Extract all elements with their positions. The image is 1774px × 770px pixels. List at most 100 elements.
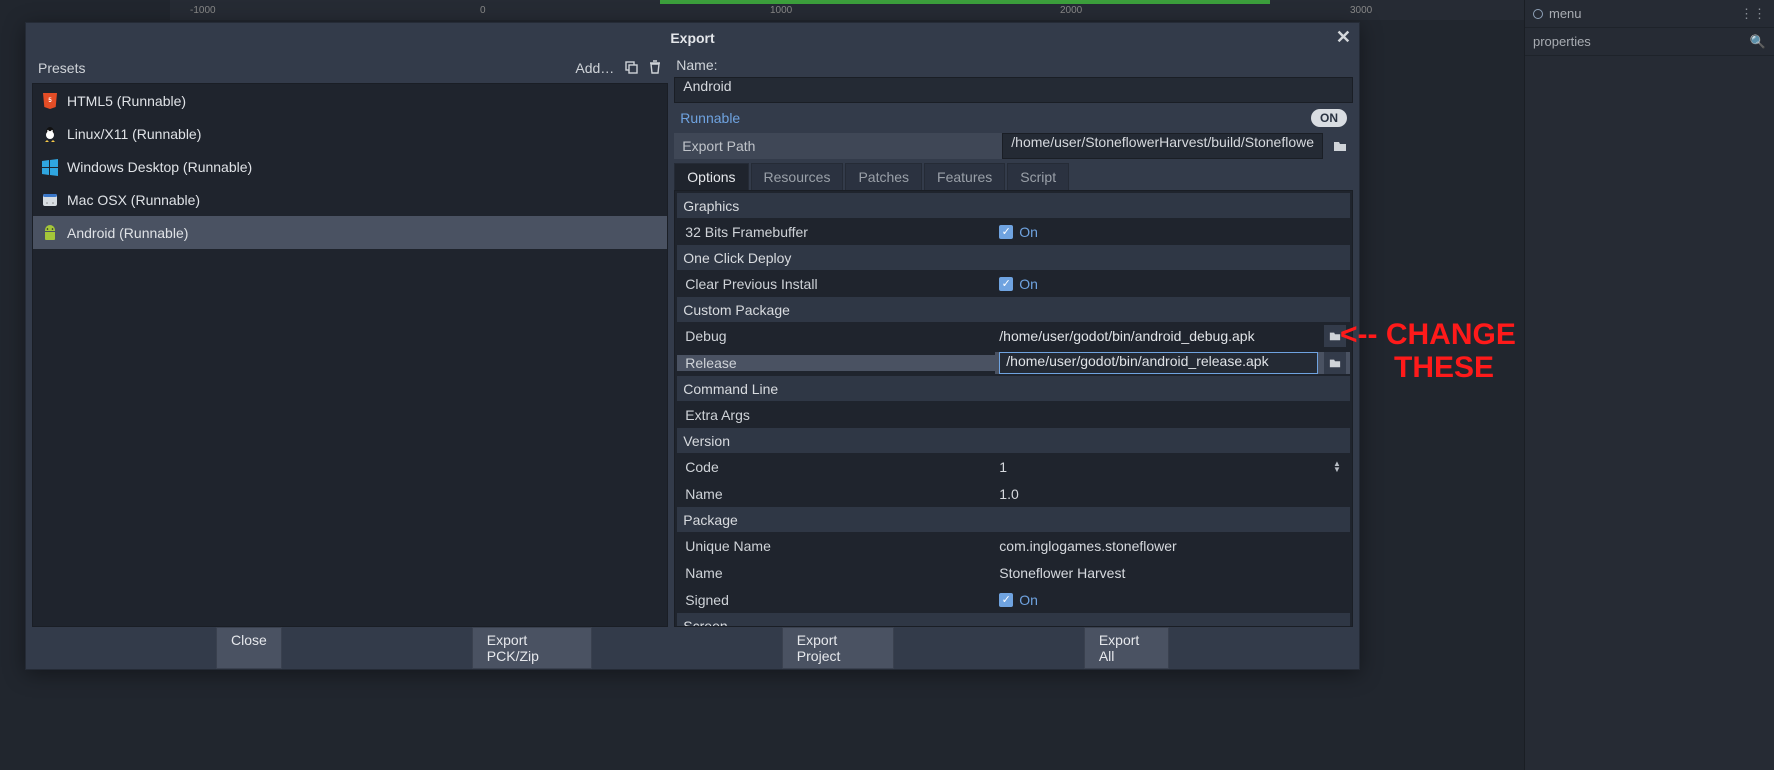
- close-button[interactable]: Close: [216, 627, 282, 669]
- runnable-label[interactable]: Runnable: [680, 110, 740, 126]
- debug-path-value[interactable]: /home/user/godot/bin/android_debug.apk: [999, 328, 1318, 344]
- close-icon[interactable]: ✕: [1336, 27, 1351, 48]
- checkbox-icon[interactable]: ✓: [999, 225, 1013, 239]
- export-path-row: Export Path /home/user/StoneflowerHarves…: [674, 133, 1353, 159]
- unique-name-value[interactable]: com.inglogames.stoneflower: [999, 538, 1176, 554]
- row-32bit-framebuffer[interactable]: 32 Bits Framebuffer ✓ On: [677, 218, 1350, 245]
- android-icon: [41, 224, 59, 242]
- preset-label: HTML5 (Runnable): [67, 93, 186, 109]
- add-preset-button[interactable]: Add…: [575, 60, 614, 76]
- runnable-row: Runnable ON: [674, 103, 1353, 133]
- tab-script[interactable]: Script: [1007, 163, 1069, 190]
- row-package-name[interactable]: Name Stoneflower Harvest: [677, 559, 1350, 586]
- section-screen: Screen: [677, 613, 1350, 626]
- name-input[interactable]: Android: [674, 77, 1353, 103]
- presets-panel: Presets Add… 5 HTML5 (Runnable) Linux/X1…: [32, 53, 668, 627]
- tab-patches[interactable]: Patches: [845, 163, 922, 190]
- row-label: Release: [677, 355, 995, 371]
- tabs: Options Resources Patches Features Scrip…: [674, 163, 1353, 190]
- right-dock-properties-row[interactable]: properties 🔍: [1525, 28, 1774, 56]
- preset-item-linux[interactable]: Linux/X11 (Runnable): [33, 117, 667, 150]
- delete-icon[interactable]: [648, 60, 662, 77]
- preset-label: Linux/X11 (Runnable): [67, 126, 201, 142]
- tab-features[interactable]: Features: [924, 163, 1005, 190]
- section-version: Version: [677, 428, 1350, 453]
- section-cmdline: Command Line: [677, 376, 1350, 401]
- row-label: Unique Name: [677, 538, 995, 554]
- release-path-input[interactable]: /home/user/godot/bin/android_release.apk: [999, 352, 1318, 374]
- ruler-tick: 1000: [770, 5, 792, 16]
- circle-icon: [1533, 9, 1543, 19]
- row-label: Name: [677, 486, 995, 502]
- settings-icon[interactable]: ⋮⋮: [1740, 6, 1766, 22]
- row-unique-name[interactable]: Unique Name com.inglogames.stoneflower: [677, 532, 1350, 559]
- spinner-icon[interactable]: ▲▼: [1328, 461, 1346, 473]
- row-version-name[interactable]: Name 1.0: [677, 480, 1350, 507]
- row-clear-previous[interactable]: Clear Previous Install ✓ On: [677, 270, 1350, 297]
- checkbox-on-label: On: [1019, 276, 1038, 292]
- row-version-code[interactable]: Code 1 ▲▼: [677, 453, 1350, 480]
- options-container: Graphics 32 Bits Framebuffer ✓On One Cli…: [674, 190, 1353, 627]
- preset-label: Windows Desktop (Runnable): [67, 159, 252, 175]
- export-path-label: Export Path: [674, 133, 1002, 159]
- section-oneclick: One Click Deploy: [677, 245, 1350, 270]
- options-scroll[interactable]: Graphics 32 Bits Framebuffer ✓On One Cli…: [675, 191, 1352, 626]
- annotation-arrow: <-- CHANGE THESE: [1340, 318, 1516, 384]
- row-label: Signed: [677, 592, 995, 608]
- tab-resources[interactable]: Resources: [751, 163, 844, 190]
- row-label: Name: [677, 565, 995, 581]
- right-dock-menu-row[interactable]: menu ⋮⋮: [1525, 0, 1774, 28]
- checkbox-on-label: On: [1019, 224, 1038, 240]
- html5-icon: 5: [41, 92, 59, 110]
- preset-item-windows[interactable]: Windows Desktop (Runnable): [33, 150, 667, 183]
- folder-icon[interactable]: [1327, 133, 1353, 159]
- runnable-toggle[interactable]: ON: [1311, 109, 1347, 127]
- dialog-footer: Close Export PCK/Zip Export Project Expo…: [26, 627, 1359, 669]
- row-label: Code: [677, 459, 995, 475]
- row-debug-package[interactable]: Debug /home/user/godot/bin/android_debug…: [677, 322, 1350, 349]
- preset-item-android[interactable]: Android (Runnable): [33, 216, 667, 249]
- checkbox-icon[interactable]: ✓: [999, 277, 1013, 291]
- duplicate-icon[interactable]: [624, 60, 638, 77]
- row-release-package[interactable]: Release /home/user/godot/bin/android_rel…: [677, 349, 1350, 376]
- dialog-titlebar: Export ✕: [26, 23, 1359, 53]
- ruler-tick: 0: [480, 5, 486, 16]
- export-path-input[interactable]: /home/user/StoneflowerHarvest/build/Ston…: [1002, 133, 1323, 159]
- row-label: 32 Bits Framebuffer: [677, 224, 995, 240]
- checkbox-on-label: On: [1019, 592, 1038, 608]
- ruler-tick: 2000: [1060, 5, 1082, 16]
- name-label: Name:: [674, 53, 1353, 77]
- annotation-line2: THESE: [1340, 351, 1494, 384]
- version-name-value[interactable]: 1.0: [999, 486, 1018, 502]
- row-label: Clear Previous Install: [677, 276, 995, 292]
- preset-label: Android (Runnable): [67, 225, 188, 241]
- right-dock-properties-label: properties: [1533, 34, 1591, 49]
- preset-list[interactable]: 5 HTML5 (Runnable) Linux/X11 (Runnable) …: [32, 83, 668, 627]
- right-dock-menu-label: menu: [1549, 6, 1582, 21]
- linux-icon: [41, 125, 59, 143]
- preset-item-mac[interactable]: Mac OSX (Runnable): [33, 183, 667, 216]
- preset-label: Mac OSX (Runnable): [67, 192, 200, 208]
- export-all-button[interactable]: Export All: [1084, 627, 1169, 669]
- annotation-line1: <-- CHANGE: [1340, 318, 1516, 351]
- export-pck-button[interactable]: Export PCK/Zip: [472, 627, 592, 669]
- section-package: Package: [677, 507, 1350, 532]
- export-dialog: Export ✕ Presets Add… 5 HTML5 (Runnable): [25, 22, 1360, 670]
- export-project-button[interactable]: Export Project: [782, 627, 894, 669]
- section-custom-package: Custom Package: [677, 297, 1350, 322]
- package-name-value[interactable]: Stoneflower Harvest: [999, 565, 1125, 581]
- presets-label: Presets: [38, 60, 85, 76]
- search-icon[interactable]: 🔍: [1750, 34, 1766, 50]
- checkbox-icon[interactable]: ✓: [999, 593, 1013, 607]
- ruler-highlight: [660, 0, 1270, 4]
- row-label: Extra Args: [677, 407, 995, 423]
- version-code-value[interactable]: 1: [999, 459, 1007, 475]
- row-signed[interactable]: Signed ✓ On: [677, 586, 1350, 613]
- presets-header: Presets Add…: [32, 53, 668, 83]
- ruler-tick: -1000: [190, 5, 216, 16]
- dialog-title: Export: [670, 30, 714, 46]
- preset-item-html5[interactable]: 5 HTML5 (Runnable): [33, 84, 667, 117]
- ruler-tick: 3000: [1350, 5, 1372, 16]
- row-extra-args[interactable]: Extra Args: [677, 401, 1350, 428]
- tab-options[interactable]: Options: [674, 163, 748, 190]
